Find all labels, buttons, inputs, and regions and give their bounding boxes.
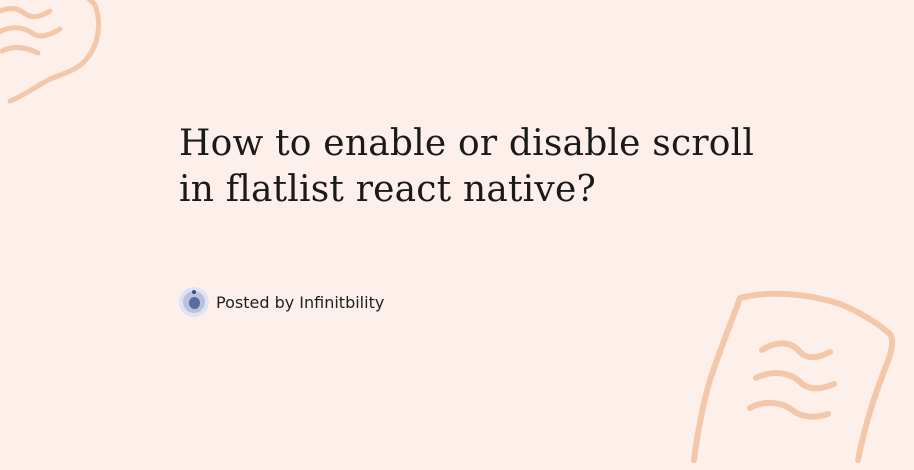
post-title-line-2: in flatlist react native? <box>179 169 596 210</box>
author-name: Infinitbility <box>299 292 385 312</box>
byline-prefix: Posted by <box>216 292 295 312</box>
byline-text: Posted by Infinitbility <box>216 293 384 312</box>
paper-note-icon <box>691 290 896 463</box>
avatar-pin <box>192 290 196 294</box>
avatar-face <box>188 297 200 309</box>
post-title: How to enable or disable scroll in flatl… <box>179 121 754 213</box>
post-title-line-1: How to enable or disable scroll <box>179 123 755 164</box>
paper-note-icon <box>0 0 101 104</box>
avatar <box>179 287 209 317</box>
author-byline: Posted by Infinitbility <box>179 286 384 318</box>
